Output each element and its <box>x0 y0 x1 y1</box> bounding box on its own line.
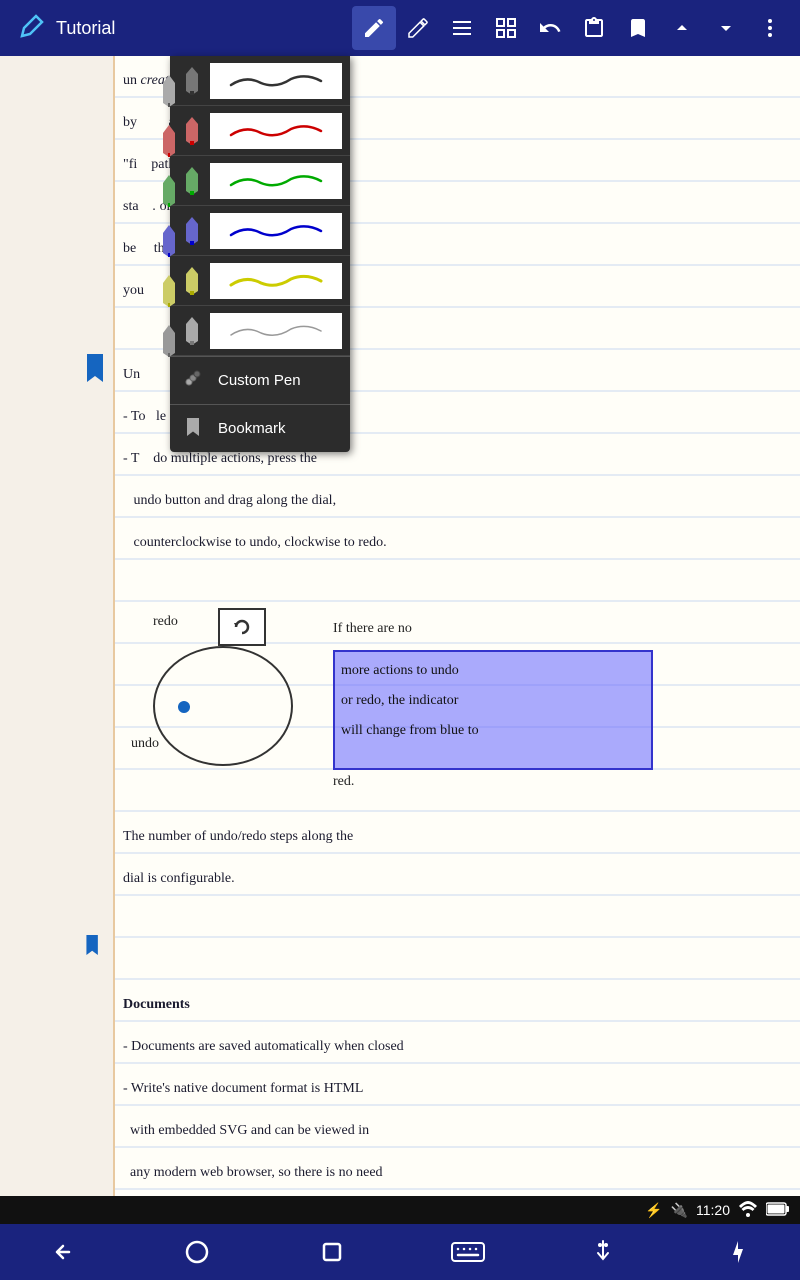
custom-pen-button[interactable]: Custom Pen <box>170 356 350 404</box>
pen-option-yellow[interactable] <box>170 256 350 306</box>
app-title: Tutorial <box>56 18 352 39</box>
bookmark-button[interactable] <box>616 6 660 50</box>
usb-icon: ⚡ <box>645 1202 662 1219</box>
bookmark-marker-2 <box>85 931 105 959</box>
pen-tool-button[interactable] <box>352 6 396 50</box>
text-documents-header: Documents <box>123 984 792 1026</box>
pen-option-blue[interactable] <box>170 206 350 256</box>
keyboard-button[interactable] <box>446 1230 490 1274</box>
scroll-up-button[interactable] <box>660 6 704 50</box>
bookmark-menu-icon <box>182 415 210 442</box>
pen-stroke-black <box>210 63 342 99</box>
custom-pen-icon <box>182 367 210 394</box>
bookmark-menu-button[interactable]: Bookmark <box>170 404 350 452</box>
pen-stroke-blue <box>210 213 342 249</box>
undo-button[interactable] <box>528 6 572 50</box>
text-line-11: undo button and drag along the dial, <box>123 480 792 522</box>
text-doc3: with embedded SVG and can be viewed in <box>123 1110 792 1152</box>
text-doc4: any modern web browser, so there is no n… <box>123 1152 792 1194</box>
pen-selector-2[interactable] <box>155 116 183 166</box>
bottom-nav <box>0 1224 800 1280</box>
main-content: un create a link to a local file by abso… <box>0 56 800 1224</box>
undo-redo-diagram: redo undo If there are no more <box>123 606 792 774</box>
pen-selector-5[interactable] <box>155 266 183 316</box>
battery-icon <box>766 1202 790 1219</box>
pen-dropdown-panel: Custom Pen Bookmark <box>170 56 350 452</box>
wifi-icon <box>738 1201 758 1220</box>
text-line-13 <box>123 564 792 606</box>
red-text: red. <box>333 774 354 790</box>
clipboard-button[interactable] <box>572 6 616 50</box>
toolbar: Tutorial <box>0 0 800 56</box>
connection-icon: 🔌 <box>671 1202 688 1219</box>
pen-stroke-yellow <box>210 263 342 299</box>
left-margin <box>0 56 115 1224</box>
back-button[interactable] <box>40 1230 84 1274</box>
select-tool-button[interactable] <box>396 6 440 50</box>
time-display: 11:20 <box>696 1202 730 1218</box>
pen-selector-4[interactable] <box>155 216 183 266</box>
bookmark-marker-1 <box>85 354 105 382</box>
pen-option-green[interactable] <box>170 156 350 206</box>
charge-status-icon <box>716 1230 760 1274</box>
pen-stroke-red <box>210 113 342 149</box>
bookmark-menu-label: Bookmark <box>218 420 286 437</box>
pen-selector-6[interactable] <box>155 316 183 366</box>
text-line-undo1: The number of undo/redo steps along the <box>123 816 792 858</box>
spacer1 <box>123 774 792 816</box>
highlight-selection: more actions to undoor redo, the indicat… <box>333 650 653 770</box>
usb-status-icon <box>581 1230 625 1274</box>
pen-selector-3[interactable] <box>155 166 183 216</box>
status-bar: ⚡ 🔌 11:20 <box>0 1196 800 1224</box>
spacer3 <box>123 942 792 984</box>
pen-option-gray[interactable] <box>170 306 350 356</box>
if-text: If there are no <box>333 610 412 648</box>
recent-button[interactable] <box>310 1230 354 1274</box>
undo-button-diagram <box>218 608 266 646</box>
pen-option-black[interactable] <box>170 56 350 106</box>
custom-pen-label: Custom Pen <box>218 372 301 389</box>
home-button[interactable] <box>175 1230 219 1274</box>
app-icon <box>8 6 52 50</box>
text-doc1: - Documents are saved automatically when… <box>123 1026 792 1068</box>
more-options-button[interactable] <box>748 6 792 50</box>
grid-button[interactable] <box>484 6 528 50</box>
spacer2 <box>123 900 792 942</box>
highlight-text: more actions to undoor redo, the indicat… <box>335 652 651 750</box>
pen-stroke-green <box>210 163 342 199</box>
scroll-down-button[interactable] <box>704 6 748 50</box>
pen-stroke-gray <box>210 313 342 349</box>
pen-option-red[interactable] <box>170 106 350 156</box>
text-line-12: counterclockwise to undo, clockwise to r… <box>123 522 792 564</box>
text-line-undo2: dial is configurable. <box>123 858 792 900</box>
text-doc2: - Write's native document format is HTML <box>123 1068 792 1110</box>
pen-selector-1[interactable] <box>155 66 183 116</box>
lines-button[interactable] <box>440 6 484 50</box>
